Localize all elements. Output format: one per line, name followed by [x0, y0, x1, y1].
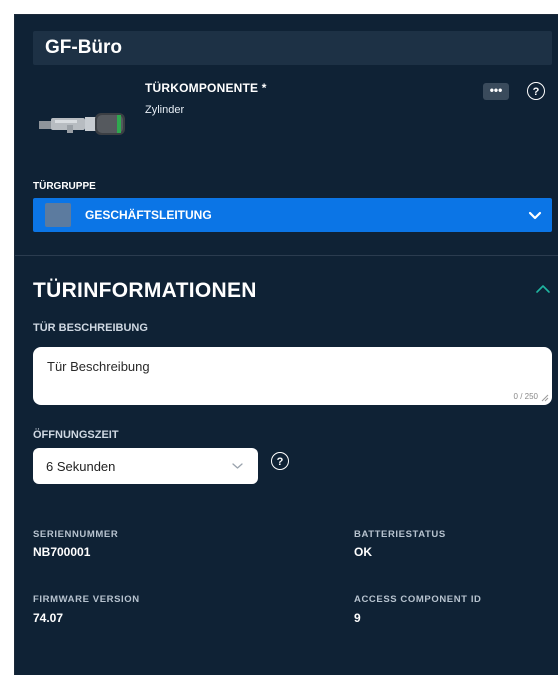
door-group-selected: GESCHÄFTSLEITUNG	[85, 208, 212, 222]
component-value: Zylinder	[145, 104, 185, 116]
access-component-id-label: ACCESS COMPONENT ID	[354, 594, 482, 605]
battery-status-value: OK	[354, 545, 372, 559]
opening-time-select[interactable]: 6 Sekunden	[33, 448, 258, 484]
resize-grip-icon[interactable]	[541, 394, 549, 402]
firmware-version-value: 74.07	[33, 611, 64, 625]
description-label: TÜR BESCHREIBUNG	[33, 322, 148, 334]
component-label: TÜRKOMPONENTE *	[145, 81, 267, 95]
section-divider	[15, 255, 558, 256]
door-group-color-swatch	[45, 203, 71, 227]
access-component-id-value: 9	[354, 611, 361, 625]
cylinder-image	[39, 113, 125, 135]
battery-status-label: BATTERIESTATUS	[354, 529, 446, 540]
door-title: GF-Büro	[45, 37, 123, 58]
door-group-select[interactable]: GESCHÄFTSLEITUNG	[33, 198, 552, 232]
door-title-bar: GF-Büro	[33, 31, 552, 65]
door-detail-frame: GF-Büro TÜRKOMPONENTE * Zylinder ••• ? T…	[14, 14, 558, 675]
description-value: Tür Beschreibung	[47, 359, 150, 374]
door-group-label: TÜRGRUPPE	[33, 181, 96, 192]
door-info-title: TÜRINFORMATIONEN	[33, 279, 257, 302]
component-help-icon[interactable]: ?	[527, 82, 545, 100]
serial-number-value: NB700001	[33, 545, 91, 559]
description-char-counter: 0 / 250	[513, 392, 538, 401]
opening-time-selected: 6 Sekunden	[46, 459, 116, 474]
door-detail-panel: GF-Büro TÜRKOMPONENTE * Zylinder ••• ? T…	[15, 15, 558, 675]
opening-time-help-icon[interactable]: ?	[271, 452, 289, 470]
chevron-up-icon[interactable]	[535, 283, 551, 295]
firmware-version-label: FIRMWARE VERSION	[33, 594, 140, 605]
chevron-down-icon	[232, 463, 243, 469]
description-textarea[interactable]: Tür Beschreibung 0 / 250	[33, 347, 552, 405]
more-options-button[interactable]: •••	[483, 83, 509, 100]
serial-number-label: SERIENNUMMER	[33, 529, 119, 540]
chevron-down-icon	[528, 211, 542, 220]
opening-time-label: ÖFFNUNGSZEIT	[33, 429, 119, 441]
